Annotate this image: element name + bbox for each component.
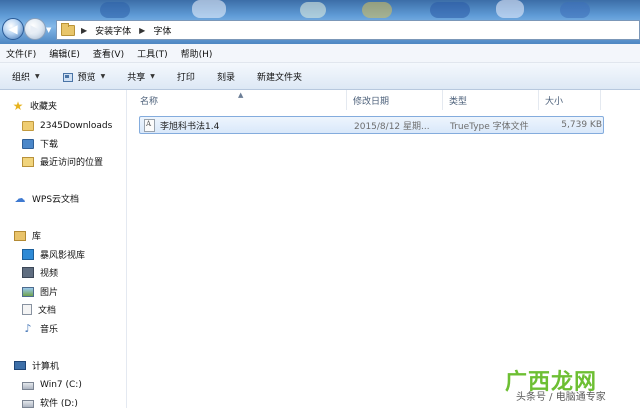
star-icon: ★: [12, 98, 24, 113]
sidebar-item-label: 暴风影视库: [40, 251, 86, 261]
computer-icon: [14, 361, 26, 370]
drive-icon: [22, 381, 34, 390]
sidebar-item-computer[interactable]: 计算机: [14, 357, 59, 374]
forward-button[interactable]: ▶: [24, 18, 46, 40]
desktop-icon-blur: [300, 2, 326, 18]
sort-ascending-icon: ▲: [238, 91, 244, 99]
menu-help[interactable]: 帮助(H): [181, 47, 213, 60]
sidebar-item-music[interactable]: ♪ 音乐: [22, 320, 58, 337]
print-label: 打印: [176, 72, 195, 83]
breadcrumb-fonts[interactable]: 字体: [153, 24, 171, 37]
burn-label: 刻录: [216, 72, 235, 83]
video-icon: [22, 267, 34, 278]
address-strip: ◀ ▶ ▼ ▶ 安装字体 ▶ 字体: [0, 0, 640, 44]
new-folder-button[interactable]: 新建文件夹: [257, 70, 302, 83]
video-library-icon: [22, 249, 34, 260]
preview-icon: [62, 71, 73, 82]
burn-button[interactable]: 刻录: [217, 70, 235, 83]
sidebar-item-baofeng-library[interactable]: 暴风影视库: [22, 246, 85, 263]
sidebar-item-label: Win7 (C:): [40, 379, 82, 390]
sidebar-item-drive-c[interactable]: Win7 (C:): [22, 376, 82, 393]
sidebar-item-label: 最近访问的位置: [40, 158, 104, 168]
sidebar-item-drive-d[interactable]: 软件 (D:): [22, 394, 78, 408]
preview-label: 预览: [77, 72, 96, 83]
sidebar-item-wps-cloud[interactable]: ☁ WPS云文档: [14, 190, 80, 207]
preview-button[interactable]: 预览 ▼: [62, 70, 106, 83]
file-size: 5,739 KB: [561, 120, 602, 130]
file-name: 李旭科书法1.4: [160, 121, 220, 132]
desktop-icon-blur: [362, 2, 392, 18]
sidebar-item-libraries[interactable]: 库: [14, 227, 41, 244]
menu-view[interactable]: 查看(V): [93, 47, 124, 60]
arrow-right-icon: ▶: [30, 22, 40, 36]
file-type: TrueType 字体文件: [450, 121, 529, 132]
column-header-row: 名称 修改日期 类型 大小: [128, 90, 640, 110]
organize-label: 组织: [12, 72, 31, 83]
cloud-icon: ☁: [14, 191, 26, 205]
desktop-icon-blur: [430, 2, 470, 18]
sidebar-item-label: 软件 (D:): [40, 399, 78, 408]
sidebar-item-label: 图片: [40, 288, 59, 298]
chevron-down-icon: ▼: [150, 72, 155, 80]
column-header-type[interactable]: 类型: [443, 90, 539, 110]
watermark-caption: 头条号 / 电脑通专家: [516, 392, 606, 403]
sidebar-item-label: 视频: [40, 269, 59, 279]
sidebar-item-label: 下载: [40, 140, 59, 150]
picture-icon: [22, 286, 34, 297]
drive-icon: [22, 399, 34, 408]
command-toolbar: 组织 ▼ 预览 ▼ 共享 ▼ 打印 刻录 新建文件夹: [0, 63, 640, 90]
sidebar-item-label: 收藏夹: [30, 102, 58, 112]
breadcrumb-separator-icon[interactable]: ▶: [81, 26, 87, 35]
download-folder-icon: [22, 138, 34, 149]
chevron-down-icon: ▼: [100, 72, 106, 80]
breadcrumb-install-fonts[interactable]: 安装字体: [95, 24, 131, 37]
sidebar-item-documents[interactable]: 文档: [22, 301, 56, 318]
folder-icon: [61, 22, 75, 36]
document-icon: [22, 304, 32, 315]
library-icon: [14, 230, 26, 241]
new-folder-label: 新建文件夹: [256, 72, 302, 83]
sidebar-item-videos[interactable]: 视频: [22, 264, 58, 281]
menu-edit[interactable]: 编辑(E): [49, 47, 80, 60]
table-row[interactable]: 李旭科书法1.4 2015/8/12 星期... TrueType 字体文件 5…: [139, 116, 604, 134]
back-button[interactable]: ◀: [2, 18, 24, 40]
sidebar-item-label: 音乐: [40, 325, 59, 335]
print-button[interactable]: 打印: [177, 70, 195, 83]
desktop-icon-blur: [100, 2, 130, 18]
menu-tools[interactable]: 工具(T): [137, 47, 168, 60]
menu-bar: 文件(F) 编辑(E) 查看(V) 工具(T) 帮助(H): [0, 44, 640, 63]
sidebar-item-label: 2345Downloads: [40, 120, 113, 131]
sidebar-item-downloads[interactable]: 下载: [22, 135, 58, 152]
sidebar-item-label: WPS云文档: [32, 195, 80, 205]
desktop-icon-blur: [560, 2, 590, 18]
recent-pages-dropdown[interactable]: ▼: [46, 26, 51, 34]
sidebar-item-pictures[interactable]: 图片: [22, 283, 58, 300]
sidebar-item-recent-places[interactable]: 最近访问的位置: [22, 153, 103, 170]
file-modified: 2015/8/12 星期...: [354, 121, 430, 132]
desktop-icon-blur: [496, 0, 524, 18]
column-header-modified[interactable]: 修改日期: [347, 90, 443, 110]
chevron-down-icon: ▼: [35, 72, 40, 80]
column-header-size[interactable]: 大小: [539, 90, 599, 110]
sidebar-item-label: 计算机: [32, 362, 60, 372]
address-bar[interactable]: ▶ 安装字体 ▶ 字体: [56, 20, 640, 40]
navigation-pane: ★ 收藏夹 2345Downloads 下载 最近访问的位置 ☁ WPS云文档 …: [0, 90, 127, 408]
font-file-icon: [144, 118, 155, 132]
share-button[interactable]: 共享 ▼: [127, 70, 155, 83]
sidebar-item-favorites[interactable]: ★ 收藏夹: [12, 97, 57, 114]
share-label: 共享: [127, 72, 146, 83]
sidebar-item-label: 库: [32, 232, 42, 242]
folder-icon: [22, 120, 34, 131]
organize-button[interactable]: 组织 ▼: [12, 70, 40, 83]
menu-file[interactable]: 文件(F): [6, 47, 36, 60]
breadcrumb-separator-icon[interactable]: ▶: [139, 26, 145, 35]
desktop-icon-blur: [192, 0, 226, 18]
column-divider[interactable]: [600, 90, 601, 110]
sidebar-item-2345downloads[interactable]: 2345Downloads: [22, 117, 112, 134]
music-note-icon: ♪: [24, 321, 32, 335]
sidebar-item-label: 文档: [38, 306, 57, 316]
file-name-cell[interactable]: 李旭科书法1.4: [144, 117, 344, 133]
arrow-left-icon: ◀: [8, 22, 18, 36]
recent-places-icon: [22, 156, 34, 167]
